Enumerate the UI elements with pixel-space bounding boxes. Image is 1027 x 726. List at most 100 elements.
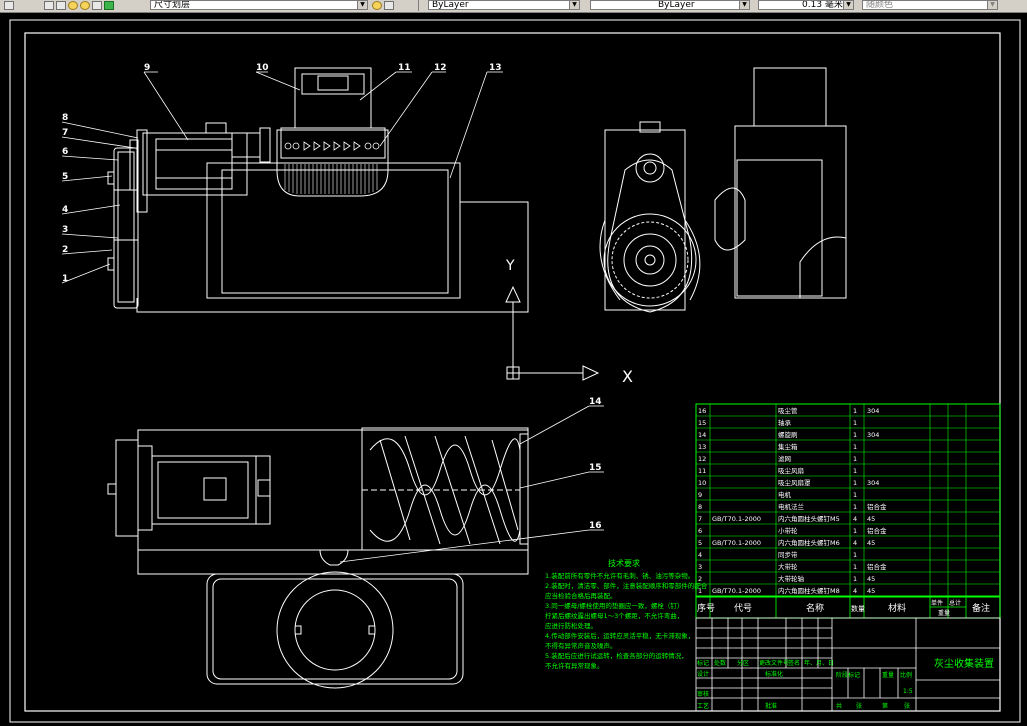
tb-date: 年、月、日: [804, 659, 834, 667]
lineweight-dropdown[interactable]: ByLayer ▼: [590, 0, 750, 10]
bom-cell-code: GB/T70.1-2000: [712, 587, 761, 595]
linetype-dropdown[interactable]: ByLayer ▼: [428, 0, 580, 10]
bom-header-remark: 备注: [972, 602, 990, 614]
model-space-canvas[interactable]: X Y 9 10 11 12 13 8 7 6 5 4 3 2 1 14 15 …: [0, 12, 1027, 726]
bom-cell-no: 12: [698, 455, 706, 463]
bom-header-material: 材料: [888, 602, 906, 614]
bom-header-qty: 数量: [851, 604, 865, 613]
bom-cell-name: 吸尘管: [778, 406, 798, 415]
callout-13: 13: [489, 63, 502, 73]
bom-cell-qty: 1: [853, 443, 857, 451]
layer-states-icon[interactable]: [44, 1, 54, 10]
bom-header-total: 总计: [949, 599, 961, 607]
bulb-on-icon[interactable]: [68, 1, 78, 10]
layer-match-tools: [372, 0, 394, 11]
bom-cell-no: 11: [698, 467, 706, 475]
bom-cell-name: 吸尘风扇: [778, 466, 804, 475]
tb-process: 工艺: [697, 702, 709, 710]
bom-cell-name: 集尘箱: [778, 442, 798, 451]
bom-cell-no: 14: [698, 431, 706, 439]
side-box: [734, 125, 847, 299]
callout-4: 4: [62, 205, 68, 215]
tb-change-doc: 更改文件号: [759, 659, 789, 667]
weight-value: 0.13 毫米: [802, 0, 843, 10]
lineweight-value: ByLayer: [658, 0, 695, 10]
tb-designer: 设计: [697, 670, 709, 678]
large-pulley-shaft: [107, 257, 115, 271]
bom-cell-name: 小带轮: [778, 526, 798, 535]
tech-note-line: 4.传动部件安装后，运转应灵活平稳，无卡滞现象，: [545, 631, 694, 640]
callout-16: 16: [589, 521, 602, 531]
layer-manager-icon[interactable]: [4, 1, 14, 10]
bom-cell-qty: 1: [853, 431, 857, 439]
chevron-down-icon: ▼: [569, 1, 579, 9]
tb-stage: 阶段标记: [836, 671, 860, 679]
bom-cell-qty: 1: [853, 455, 857, 463]
tb-approve: 批准: [765, 702, 777, 710]
top-pulley: [115, 439, 139, 537]
plot-style-dropdown[interactable]: 随颜色 ▼: [862, 0, 998, 10]
make-current-icon[interactable]: [372, 1, 382, 10]
bom-cell-material: 45: [867, 575, 875, 583]
bom-cell-no: 15: [698, 419, 706, 427]
bom-cell-qty: 1: [853, 419, 857, 427]
bill-of-materials: 16 吸尘管 1 30415 轴承 114 螺旋刷 1 30413 集尘箱 112 滤网 111 吸尘风扇…: [695, 403, 1001, 597]
bom-cell-no: 3: [698, 563, 702, 571]
bom-cell-no: 5: [698, 539, 702, 547]
top-view: [107, 427, 529, 689]
bom-cell-material: 45: [867, 515, 875, 523]
callout-10: 10: [256, 63, 269, 73]
layer-tools: [4, 0, 14, 11]
weight-dropdown[interactable]: 0.13 毫米 ▼: [758, 0, 854, 10]
bom-header-name: 名称: [806, 602, 824, 614]
bom-cell-qty: 1: [853, 467, 857, 475]
bom-cell-material: 45: [867, 539, 875, 547]
tech-notes-title: 技术要求: [608, 558, 640, 568]
bom-cell-qty: 1: [853, 551, 857, 559]
small-pulley-shaft: [107, 171, 115, 185]
lock-icon[interactable]: [92, 1, 102, 10]
callout-3: 3: [62, 225, 68, 235]
bom-cell-material: 304: [867, 479, 879, 487]
fan-cover: [294, 67, 372, 129]
tb-page-sheet: 张: [904, 702, 910, 710]
layer-color-icon[interactable]: [104, 1, 114, 10]
ucs-x-label: X: [622, 367, 633, 386]
tb-mark: 标记: [697, 659, 709, 667]
layer-dropdown[interactable]: 尺寸划层 ▼: [150, 0, 368, 10]
bom-cell-no: 13: [698, 443, 706, 451]
tb-sheet: 张: [856, 702, 862, 710]
tb-scale-value: 1:5: [903, 688, 913, 695]
bom-cell-material: 铝合金: [867, 502, 887, 511]
bom-cell-name: 轴承: [778, 418, 792, 427]
auger-housing: [361, 427, 529, 551]
bom-cell-no: 6: [698, 527, 702, 535]
layer-previous-icon[interactable]: [56, 1, 66, 10]
motor-body: [142, 132, 248, 196]
motor-terminal: [205, 122, 227, 134]
callout-1: 1: [62, 274, 68, 284]
dust-box-inner: [221, 169, 449, 294]
layer-state-icons: [44, 0, 114, 11]
bom-cell-material: 45: [867, 587, 875, 595]
callout-14: 14: [589, 397, 602, 407]
bom-cell-qty: 4: [853, 587, 857, 595]
tech-note-line: 2.装配时，清洁零、部件，注意装配顺序和零部件的配合: [545, 581, 708, 590]
tech-note-line: 应进行防松处理。: [545, 621, 597, 630]
callout-9: 9: [144, 63, 150, 73]
callout-7: 7: [62, 128, 68, 138]
chevron-down-icon: ▼: [843, 1, 853, 9]
bom-header-code: 代号: [734, 603, 752, 614]
callout-6: 6: [62, 147, 68, 157]
bom-cell-name: 电机: [778, 490, 792, 499]
bom-header: 序号 代号 名称 数量 材料 单件 总计 重量 备注: [695, 596, 1001, 619]
bom-cell-material: 铝合金: [867, 526, 887, 535]
sun-thaw-icon[interactable]: [80, 1, 90, 10]
layer-previous-button-icon[interactable]: [384, 1, 394, 10]
ucs-y-label: Y: [505, 258, 515, 274]
bom-cell-no: 2: [698, 575, 702, 583]
bom-cell-qty: 1: [853, 575, 857, 583]
tech-note-line: 不得有异常声音及噪声。: [545, 641, 617, 650]
tb-reviewer: 审核: [697, 690, 709, 698]
layer-name: 尺寸划层: [154, 0, 191, 10]
